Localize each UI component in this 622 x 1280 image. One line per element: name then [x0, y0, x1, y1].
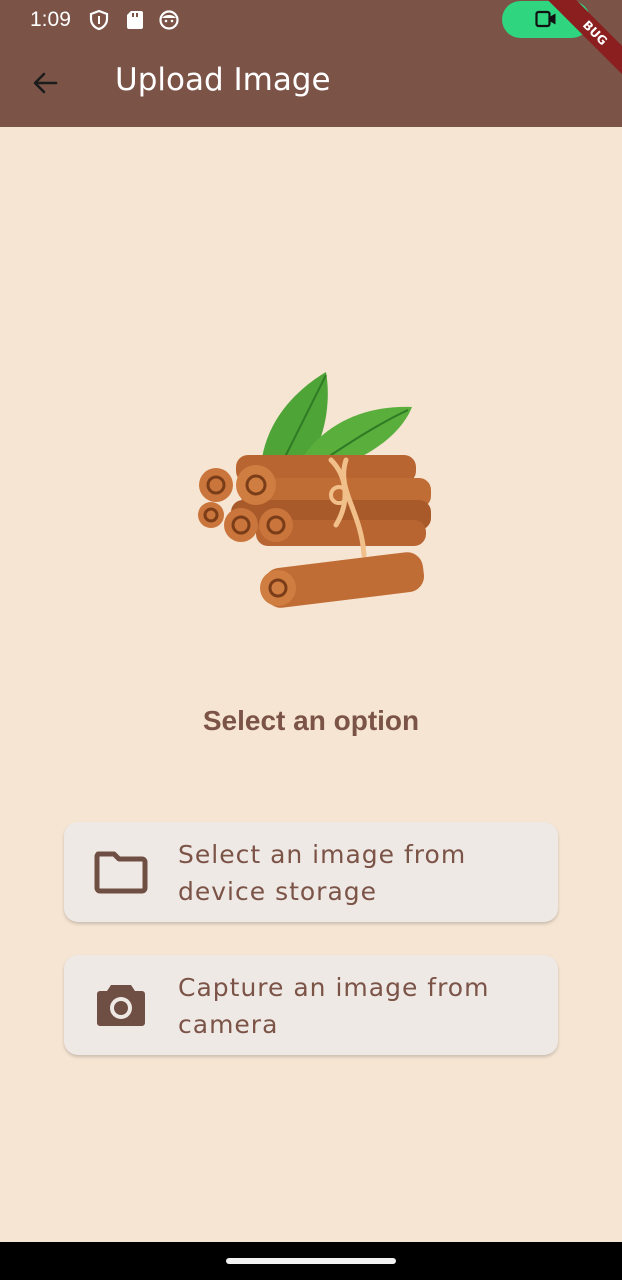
page-title: Upload Image	[115, 62, 331, 98]
select-from-storage-button[interactable]: Select an image from device storage	[64, 822, 558, 922]
select-option-heading: Select an option	[202, 705, 420, 736]
status-time: 1:09	[30, 8, 71, 31]
select-from-storage-label: Select an image from device storage	[178, 840, 467, 906]
sd-card-icon	[124, 9, 146, 31]
status-bar: 1:09	[0, 0, 622, 40]
capture-from-camera-button[interactable]: Capture an image from camera	[64, 955, 558, 1055]
shield-icon	[88, 9, 110, 31]
app-bar: Upload Image	[0, 40, 622, 127]
cinnamon-sticks-icon	[186, 360, 446, 620]
capture-from-camera-label: Capture an image from camera	[178, 973, 490, 1039]
navigation-bar	[0, 1242, 622, 1280]
back-button[interactable]	[22, 60, 68, 106]
folder-icon	[94, 848, 148, 896]
camera-icon	[94, 981, 148, 1029]
home-gesture-handle[interactable]	[226, 1258, 396, 1264]
video-record-icon	[535, 10, 556, 28]
arrow-back-icon	[33, 72, 58, 94]
face-icon	[158, 9, 180, 31]
